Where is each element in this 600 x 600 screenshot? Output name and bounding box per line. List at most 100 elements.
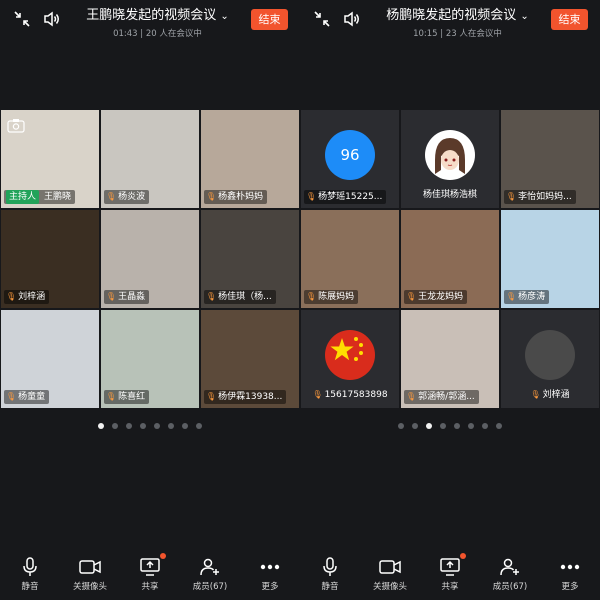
participant-name: 杨炎波 (118, 192, 146, 202)
microphone-button[interactable]: 静音 (300, 548, 360, 600)
video-tile[interactable]: 🎙 杨佳琪（杨... (201, 210, 299, 308)
video-tile[interactable]: 🎙 王龙龙妈妈 (401, 210, 499, 308)
more-icon (240, 556, 300, 578)
video-grid: 主持人 王鹏晓 🎙 杨炎波 🎙 杨鑫朴妈妈 🎙 刘梓涵 🎙 王晶淼 🎙 杨佳琪（杨... … (0, 109, 300, 409)
mic-muted-icon: 🎙 (306, 192, 317, 201)
participant-label: 🎙 郭涵畅/郭涵... (404, 390, 479, 404)
participant-label: 🎙 杨彦涛 (504, 290, 550, 304)
participant-avatar: 96 (325, 130, 375, 180)
participant-name: 杨伊霖13938... (218, 392, 283, 402)
video-tile[interactable]: 🎙 杨彦涛 (501, 210, 599, 308)
mic-muted-icon: 🎙 (206, 192, 217, 201)
participant-label: 🎙 李怡如妈妈... (504, 190, 576, 204)
camera-button[interactable]: 关摄像头 (360, 548, 420, 600)
page-dot[interactable] (196, 423, 202, 429)
toolbar-label: 更多 (561, 582, 579, 592)
participant-name: 王龙龙妈妈 (418, 292, 464, 302)
mic-muted-icon: 🎙 (406, 292, 417, 301)
participant-label: 🎙 陈喜红 (104, 390, 150, 404)
page-dot[interactable] (126, 423, 132, 429)
video-tile[interactable]: 🎙 李怡如妈妈... (501, 110, 599, 208)
page-dot[interactable] (140, 423, 146, 429)
mic-muted-icon: 🎙 (406, 392, 417, 401)
participant-name: 杨佳琪（杨... (218, 292, 272, 302)
page-dot[interactable] (398, 423, 404, 429)
video-tile[interactable]: 🎙 陈展妈妈 (301, 210, 399, 308)
more-button[interactable]: 更多 (240, 548, 300, 600)
participant-label: 🎙 杨梦瑶15225... (304, 190, 387, 204)
mic-muted-icon: 🎙 (312, 390, 323, 399)
participant-name: 刘梓涵 (542, 390, 570, 400)
toolbar-label: 成员(67) (492, 582, 528, 592)
video-tile[interactable]: 杨佳琪杨浩棋 (401, 110, 499, 208)
page-dot[interactable] (426, 423, 432, 429)
header-controls (12, 9, 62, 29)
participant-label: 🎙 杨炎波 (104, 190, 150, 204)
video-tile[interactable]: 🎙 杨童童 (1, 310, 99, 408)
share-screen-icon (420, 556, 480, 578)
page-dot[interactable] (98, 423, 104, 429)
members-button[interactable]: 成员(67) (180, 548, 240, 600)
video-tile[interactable]: 🎙 15617583898 (301, 310, 399, 408)
page-dot[interactable] (454, 423, 460, 429)
share-screen-button[interactable]: 共享 (420, 548, 480, 600)
video-tile[interactable]: 🎙 杨炎波 (101, 110, 199, 208)
toolbar-label: 关摄像头 (72, 582, 107, 592)
chevron-down-icon: ⌄ (220, 11, 229, 22)
page-dot[interactable] (440, 423, 446, 429)
members-icon (480, 556, 540, 578)
minimize-icon[interactable] (312, 9, 332, 29)
minimize-icon[interactable] (12, 9, 32, 29)
share-screen-button[interactable]: 共享 (120, 548, 180, 600)
end-meeting-button[interactable]: 结束 (251, 9, 288, 30)
microphone-button[interactable]: 静音 (0, 548, 60, 600)
right-meeting-screen: 杨鹏晓发起的视频会议 ⌄ 10:15 | 23 人在会议中 结束 96 🎙 杨梦瑶1… (300, 0, 600, 548)
page-dot[interactable] (112, 423, 118, 429)
page-indicator[interactable] (300, 423, 600, 429)
participant-name: 陈展妈妈 (318, 292, 355, 302)
speaker-icon[interactable] (342, 9, 362, 29)
more-button[interactable]: 更多 (540, 548, 600, 600)
page-dot[interactable] (482, 423, 488, 429)
page-dot[interactable] (182, 423, 188, 429)
end-meeting-button[interactable]: 结束 (551, 9, 588, 30)
video-tile[interactable]: 主持人 王鹏晓 (1, 110, 99, 208)
video-tile[interactable]: 🎙 陈喜红 (101, 310, 199, 408)
toolbar-label: 共享 (141, 582, 159, 592)
camera-button[interactable]: 关摄像头 (60, 548, 120, 600)
participant-label: 🎙 杨伊霖13938... (204, 390, 287, 404)
video-tile[interactable]: 🎙 杨鑫朴妈妈 (201, 110, 299, 208)
speaker-icon[interactable] (42, 9, 62, 29)
page-dot[interactable] (468, 423, 474, 429)
participant-name: 王晶淼 (118, 292, 146, 302)
page-dot[interactable] (154, 423, 160, 429)
page-dot[interactable] (412, 423, 418, 429)
members-button[interactable]: 成员(67) (480, 548, 540, 600)
page-indicator[interactable] (0, 423, 300, 429)
video-tile[interactable]: 🎙 刘梓涵 (501, 310, 599, 408)
page-dot[interactable] (496, 423, 502, 429)
mic-muted-icon: 🎙 (106, 392, 117, 401)
meeting-status: 01:43 | 20 人在会议中 (113, 29, 202, 39)
video-tile[interactable]: 🎙 刘梓涵 (1, 210, 99, 308)
meeting-title-block[interactable]: 杨鹏晓发起的视频会议 ⌄ 10:15 | 23 人在会议中 (370, 4, 545, 39)
microphone-icon (300, 556, 360, 578)
video-tile[interactable]: 🎙 郭涵畅/郭涵... (401, 310, 499, 408)
mic-muted-icon: 🎙 (106, 192, 117, 201)
page-dot[interactable] (168, 423, 174, 429)
participant-name: 杨梦瑶15225... (318, 192, 383, 202)
toolbar-label: 共享 (441, 582, 459, 592)
meeting-title-block[interactable]: 王鹏晓发起的视频会议 ⌄ 01:43 | 20 人在会议中 (70, 4, 245, 39)
toolbar-label: 更多 (261, 582, 279, 592)
camera-switch-icon[interactable] (7, 118, 25, 137)
mic-muted-icon: 🎙 (530, 390, 541, 399)
video-tile[interactable]: 96 🎙 杨梦瑶15225... (301, 110, 399, 208)
participant-label: 🎙 刘梓涵 (501, 388, 599, 402)
participant-avatar (325, 330, 375, 380)
meeting-title: 王鹏晓发起的视频会议 (86, 8, 217, 23)
notification-dot (160, 553, 166, 559)
participant-name: 杨童童 (18, 392, 46, 402)
video-tile[interactable]: 🎙 王晶淼 (101, 210, 199, 308)
mic-muted-icon: 🎙 (206, 392, 217, 401)
video-tile[interactable]: 🎙 杨伊霖13938... (201, 310, 299, 408)
